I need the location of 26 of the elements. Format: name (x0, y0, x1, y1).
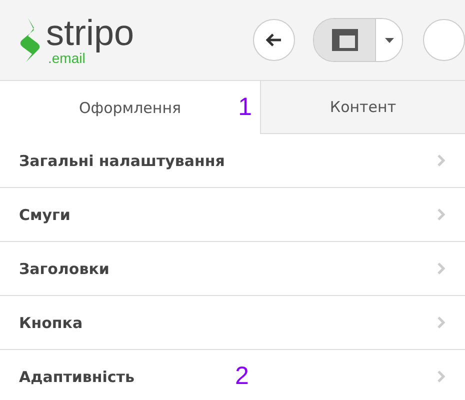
layout-toggle-button[interactable] (314, 19, 376, 61)
chevron-right-icon (437, 208, 445, 221)
annotation-number: 2 (235, 362, 249, 391)
settings-row[interactable]: Кнопка (0, 296, 465, 350)
settings-label: Заголовки (19, 260, 110, 278)
settings-row[interactable]: Загальні налаштування (0, 134, 465, 188)
caret-icon (384, 38, 394, 42)
settings-row[interactable]: Адаптивність 2 (0, 350, 465, 400)
chevron-right-icon (437, 154, 445, 167)
layout-icon (332, 29, 358, 51)
logo-text: stripo (46, 15, 134, 51)
chevron-right-icon (437, 316, 445, 329)
settings-row[interactable]: Смуги (0, 188, 465, 242)
chevron-right-icon (437, 262, 445, 275)
settings-label: Кнопка (19, 314, 83, 332)
chevron-right-icon (437, 370, 445, 383)
settings-label: Адаптивність (19, 368, 134, 386)
logo-domain: .email (48, 51, 86, 65)
tab[interactable]: Контент (260, 81, 465, 134)
settings-row[interactable]: Заголовки (0, 242, 465, 296)
back-button[interactable] (253, 19, 295, 61)
annotation-number: 1 (238, 93, 252, 122)
arrow-left-icon (266, 33, 282, 47)
settings-label: Смуги (19, 206, 70, 224)
dropdown-button[interactable] (376, 19, 402, 61)
settings-label: Загальні налаштування (19, 152, 225, 170)
